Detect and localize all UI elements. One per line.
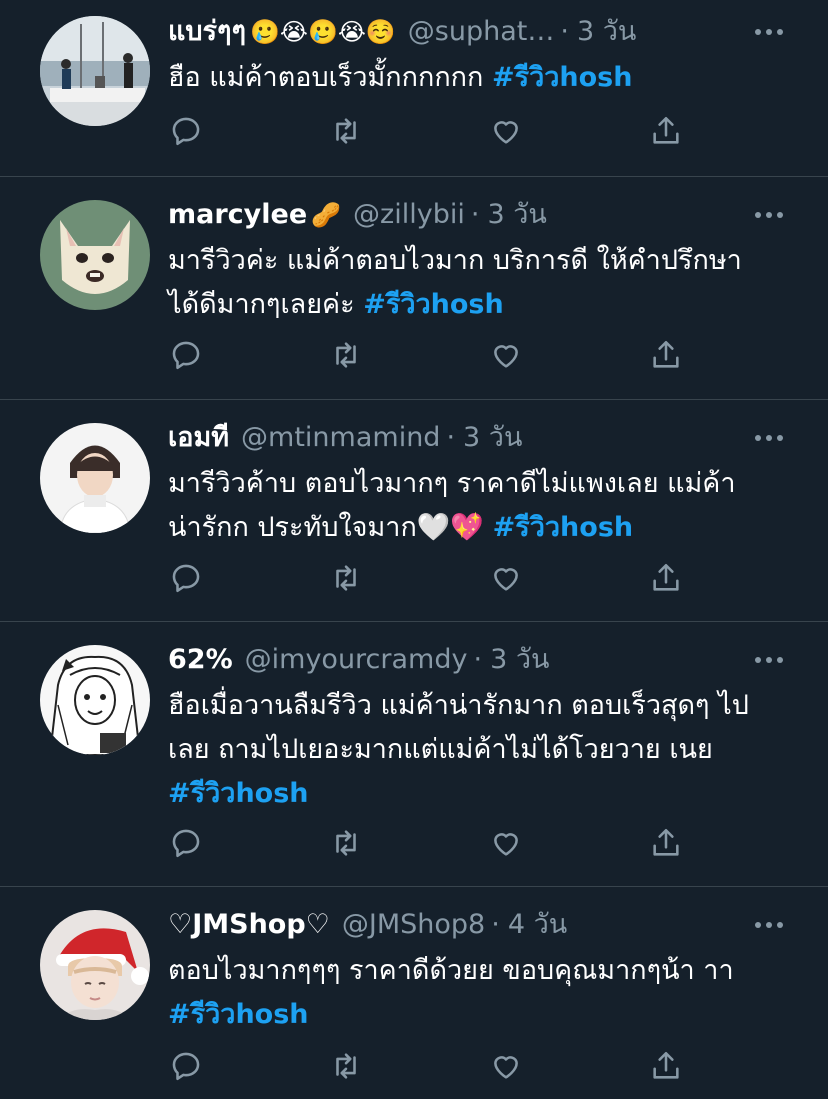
tweet-body-text: ตอบไวมากๆๆๆ ราคาดีด้วยย ขอบคุณมากๆน้า าา bbox=[168, 955, 751, 986]
avatar[interactable] bbox=[40, 910, 150, 1020]
more-options-icon[interactable] bbox=[752, 908, 786, 942]
tweet-header: 62% @imyourcramdy · 3 วัน bbox=[168, 640, 758, 680]
tweet[interactable]: marcylee 🥜 @zillybii · 3 วัน มารีวิวค่ะ … bbox=[0, 177, 828, 399]
retweet-icon[interactable] bbox=[326, 823, 366, 863]
like-icon[interactable] bbox=[486, 111, 526, 151]
like-icon[interactable] bbox=[486, 558, 526, 598]
tweet-actions bbox=[166, 111, 686, 151]
share-icon[interactable] bbox=[646, 335, 686, 375]
share-icon[interactable] bbox=[646, 558, 686, 598]
avatar-image bbox=[40, 200, 150, 310]
tweet-text: มารีวิวค่ะ แม่ค้าตอบไวมาก บริการดี ให้คำ… bbox=[168, 239, 768, 327]
timestamp[interactable]: 3 วัน bbox=[463, 418, 522, 458]
reply-icon[interactable] bbox=[166, 335, 206, 375]
user-handle[interactable]: @mtinmamind bbox=[241, 418, 440, 458]
retweet-icon[interactable] bbox=[326, 335, 366, 375]
timestamp[interactable]: 4 วัน bbox=[508, 905, 567, 945]
reply-icon[interactable] bbox=[166, 111, 206, 151]
retweet-icon[interactable] bbox=[326, 558, 366, 598]
like-icon[interactable] bbox=[486, 823, 526, 863]
tweet-header: แบร่ๆๆ 🥲😭🥲😭☺️ @suphat… · 3 วัน bbox=[168, 12, 758, 52]
avatar[interactable] bbox=[40, 423, 150, 533]
avatar[interactable] bbox=[40, 16, 150, 126]
user-handle[interactable]: @suphat… bbox=[408, 12, 555, 52]
display-name[interactable]: marcylee bbox=[168, 195, 307, 235]
display-name[interactable]: 62% bbox=[168, 640, 233, 680]
tweet-header: ♡JMShop♡ @JMShop8 · 4 วัน bbox=[168, 905, 758, 945]
tweet-body-text: ฮือเมื่อวานลืมรีวิว แม่ค้าน่ารักมาก ตอบเ… bbox=[168, 690, 749, 765]
tweet-body-text: มารีวิวค้าบ ตอบไวมากๆ ราคาดีไม่แพงเลย แม… bbox=[168, 468, 736, 543]
like-icon[interactable] bbox=[486, 335, 526, 375]
more-options-icon[interactable] bbox=[752, 198, 786, 232]
avatar-image bbox=[40, 645, 150, 755]
tweet[interactable]: 62% @imyourcramdy · 3 วัน ฮือเมื่อวานลืม… bbox=[0, 622, 828, 886]
tweet-actions bbox=[166, 823, 686, 863]
tweet-actions bbox=[166, 558, 686, 598]
like-icon[interactable] bbox=[486, 1046, 526, 1086]
tweet-text: ตอบไวมากๆๆๆ ราคาดีด้วยย ขอบคุณมากๆน้า าา… bbox=[168, 949, 768, 1037]
hashtag-link[interactable]: #รีวิวhosh bbox=[363, 289, 504, 320]
share-icon[interactable] bbox=[646, 1046, 686, 1086]
share-icon[interactable] bbox=[646, 111, 686, 151]
display-name-emoji: 🥲😭🥲😭☺️ bbox=[250, 18, 396, 46]
timestamp[interactable]: 3 วัน bbox=[577, 12, 636, 52]
separator-dot: · bbox=[470, 199, 480, 230]
display-name[interactable]: แบร่ๆๆ bbox=[168, 12, 246, 52]
tweet-text: มารีวิวค้าบ ตอบไวมากๆ ราคาดีไม่แพงเลย แม… bbox=[168, 462, 768, 550]
hashtag-link[interactable]: #รีวิวhosh bbox=[492, 62, 633, 93]
more-options-icon[interactable] bbox=[752, 15, 786, 49]
hashtag-link[interactable]: #รีวิวhosh bbox=[168, 778, 309, 809]
more-options-icon[interactable] bbox=[752, 421, 786, 455]
separator-dot: · bbox=[560, 16, 569, 47]
user-handle[interactable]: @imyourcramdy bbox=[245, 640, 468, 680]
tweet[interactable]: ♡JMShop♡ @JMShop8 · 4 วัน ตอบไวมากๆๆๆ รา… bbox=[0, 887, 828, 1099]
hashtag-link[interactable]: #รีวิวhosh bbox=[493, 512, 634, 543]
more-options-icon[interactable] bbox=[752, 643, 786, 677]
tweet-header: เอมที @mtinmamind · 3 วัน bbox=[168, 418, 758, 458]
avatar-image bbox=[40, 910, 150, 1020]
separator-dot: · bbox=[446, 422, 456, 453]
share-icon[interactable] bbox=[646, 823, 686, 863]
display-name-emoji: 🥜 bbox=[311, 201, 342, 229]
separator-dot: · bbox=[491, 909, 500, 940]
display-name[interactable]: เอมที bbox=[168, 418, 229, 458]
timestamp[interactable]: 3 วัน bbox=[487, 195, 546, 235]
tweet[interactable]: เอมที @mtinmamind · 3 วัน มารีวิวค้าบ ตอ… bbox=[0, 400, 828, 621]
retweet-icon[interactable] bbox=[326, 1046, 366, 1086]
tweet-actions bbox=[166, 1046, 686, 1086]
avatar-image bbox=[40, 423, 150, 533]
tweet-text: ฮือเมื่อวานลืมรีวิว แม่ค้าน่ารักมาก ตอบเ… bbox=[168, 684, 768, 816]
avatar[interactable] bbox=[40, 645, 150, 755]
avatar-image bbox=[40, 16, 150, 126]
hashtag-link[interactable]: #รีวิวhosh bbox=[168, 999, 309, 1030]
user-handle[interactable]: @zillybii bbox=[353, 195, 465, 235]
retweet-icon[interactable] bbox=[326, 111, 366, 151]
reply-icon[interactable] bbox=[166, 558, 206, 598]
reply-icon[interactable] bbox=[166, 823, 206, 863]
user-handle[interactable]: @JMShop8 bbox=[342, 905, 485, 945]
tweet-text: ฮือ แม่ค้าตอบเร็วมั้กกกกกก #รีวิวhosh bbox=[168, 56, 768, 100]
tweet-actions bbox=[166, 335, 686, 375]
display-name[interactable]: ♡JMShop♡ bbox=[168, 905, 330, 945]
tweet[interactable]: แบร่ๆๆ 🥲😭🥲😭☺️ @suphat… · 3 วัน ฮือ แม่ค้… bbox=[0, 0, 828, 176]
tweet-body-text: ฮือ แม่ค้าตอบเร็วมั้กกกกกก bbox=[168, 62, 492, 93]
reply-icon[interactable] bbox=[166, 1046, 206, 1086]
avatar[interactable] bbox=[40, 200, 150, 310]
separator-dot: · bbox=[473, 644, 483, 675]
tweet-header: marcylee 🥜 @zillybii · 3 วัน bbox=[168, 195, 758, 235]
timestamp[interactable]: 3 วัน bbox=[490, 640, 549, 680]
